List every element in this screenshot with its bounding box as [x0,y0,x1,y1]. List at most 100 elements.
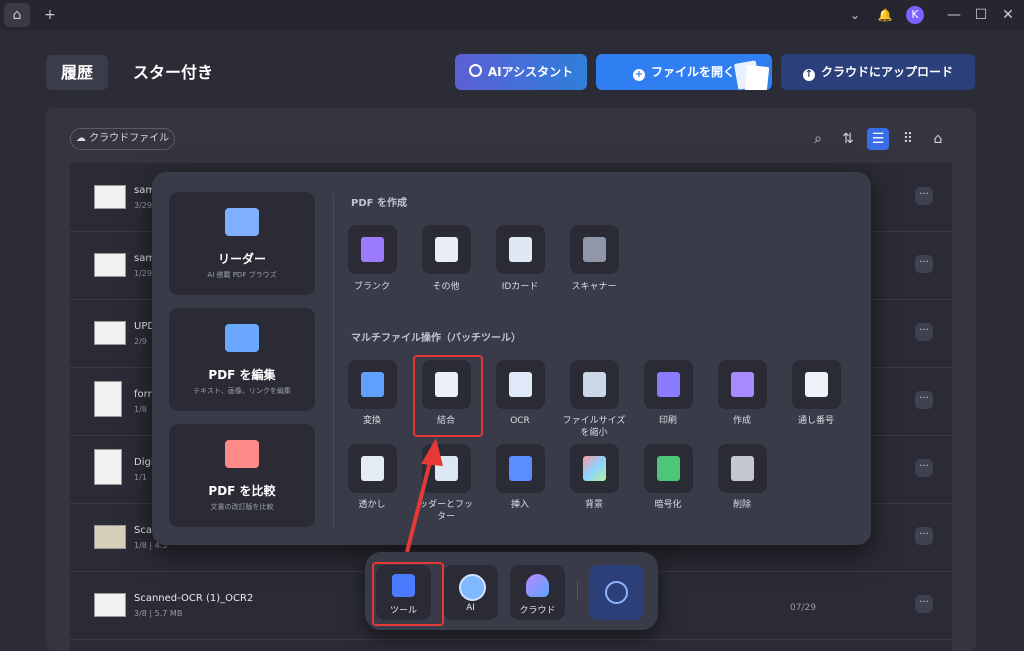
watermark-tool[interactable] [348,444,397,493]
chevron-down-icon[interactable]: ⌄ [845,0,865,30]
open-file-label: ファイルを開く [650,65,735,79]
edit-text-icon [225,324,259,352]
more-options-button[interactable]: ··· [915,187,933,205]
document-icon [744,64,770,90]
background-tool[interactable] [570,444,619,493]
other-tool[interactable] [422,225,471,274]
dock-ai-label: AI [466,603,475,613]
bates-tool[interactable] [792,360,841,409]
more-options-button[interactable]: ··· [915,255,933,273]
file-meta: 2/9 [134,337,147,346]
compress-tool[interactable] [570,360,619,409]
edit-pdf-title: PDF を編集 [208,368,276,382]
header-footer-label-line2: ター [436,512,455,522]
open-file-button[interactable]: + ファイルを開く [596,54,772,90]
background-label: 背景 [584,500,603,510]
cloud-icon [526,574,549,597]
upload-cloud-label: クラウドにアップロード [820,65,953,79]
delete-label: 削除 [732,500,751,510]
ai-assistant-button[interactable]: AIアシスタント [455,54,587,90]
insert-label: 挿入 [510,500,529,510]
maximize-icon[interactable]: ☐ [971,0,991,30]
sort-icon[interactable]: ⇅ [837,128,859,150]
background-icon [583,456,606,481]
minimize-icon[interactable]: — [944,0,964,30]
print-label: 印刷 [658,416,677,426]
file-meta: 1/1 [134,473,147,482]
watermark-icon [361,456,384,481]
compare-icon [225,440,259,468]
print-icon [657,372,680,397]
other-label: その他 [432,282,460,292]
delete-tool[interactable] [718,444,767,493]
ai-icon [468,64,482,77]
encrypt-tool[interactable] [644,444,693,493]
compress-icon [583,372,606,397]
edit-pdf-card[interactable]: PDF を編集 テキスト、画像、リンクを編集 [169,308,315,411]
tab-history[interactable]: 履歴 [46,55,108,90]
scanner-icon [583,237,606,262]
more-options-button[interactable]: ··· [915,595,933,613]
cloud-files-label: クラウドファイル [89,133,170,144]
more-options-button[interactable]: ··· [915,391,933,409]
tools-popup: リーダー AI 搭載 PDF ブラウズ PDF を編集 テキスト、画像、リンクを… [152,172,871,545]
convert-label: 変換 [362,416,381,426]
bell-icon[interactable]: 🔔 [875,0,895,30]
add-tab-icon[interactable]: + [40,0,60,30]
combine-highlight [413,355,483,437]
plus-icon: + [632,69,645,81]
create-label: 作成 [732,416,751,426]
create-icon [731,372,754,397]
home-tab[interactable]: ⌂ [4,3,30,27]
insert-tool[interactable] [496,444,545,493]
create-tool[interactable] [718,360,767,409]
file-name: Digi [134,457,154,468]
id-card-tool[interactable] [496,225,545,274]
scanner-label: スキャナー [571,282,617,292]
list-view-icon[interactable]: ☰ [867,128,889,150]
bates-label: 通し番号 [797,416,834,426]
avatar[interactable]: K [906,6,924,24]
file-meta: 1/8 [134,405,147,414]
watermark-label: 透かし [358,500,386,510]
delete-icon [731,456,754,481]
history-icon [605,581,628,604]
edit-pdf-subtitle: テキスト、画像、リンクを編集 [193,387,291,395]
more-options-button[interactable]: ··· [915,527,933,545]
cloud-files-button[interactable]: ☁ クラウドファイル [70,128,175,150]
upload-cloud-button[interactable]: ↑ クラウドにアップロード [781,54,975,90]
other-files-icon [435,237,458,262]
file-name: forr [134,389,152,400]
convert-tool[interactable] [348,360,397,409]
tools-highlight [372,562,444,626]
ocr-label: OCR [510,416,530,426]
scanner-tool[interactable] [570,225,619,274]
file-thumbnail [94,321,126,345]
batch-section-title: マルチファイル操作（バッチツール） [351,333,521,344]
compare-pdf-card[interactable]: PDF を比較 文書の改訂版を比較 [169,424,315,527]
reader-subtitle: AI 搭載 PDF ブラウズ [207,271,277,279]
file-thumbnail [94,185,126,209]
clean-icon[interactable]: ⌂ [927,128,949,150]
search-icon[interactable]: ⌕ [807,128,829,150]
blank-tool[interactable] [348,225,397,274]
header-footer-tool[interactable] [422,444,471,493]
more-options-button[interactable]: ··· [915,459,933,477]
cloud-icon: ☁ [75,133,90,144]
blank-label: ブランク [353,282,390,292]
compress-label-line1: ファイルサイズ [562,416,626,426]
dock-ai-button[interactable]: AI [443,565,498,620]
more-options-button[interactable]: ··· [915,323,933,341]
reader-card[interactable]: リーダー AI 搭載 PDF ブラウズ [169,192,315,295]
ocr-tool[interactable] [496,360,545,409]
dock-cloud-button[interactable]: クラウド [510,565,565,620]
close-icon[interactable]: ✕ [998,0,1018,30]
header-footer-label: ッダーとフッ ター [406,499,486,523]
id-card-icon [509,237,532,262]
id-card-label: IDカード [501,282,539,292]
dock-history-button[interactable] [589,565,644,620]
print-tool[interactable] [644,360,693,409]
grid-view-icon[interactable]: ⠿ [897,128,919,150]
tab-starred[interactable]: スター付き [133,55,213,90]
insert-icon [509,456,532,481]
